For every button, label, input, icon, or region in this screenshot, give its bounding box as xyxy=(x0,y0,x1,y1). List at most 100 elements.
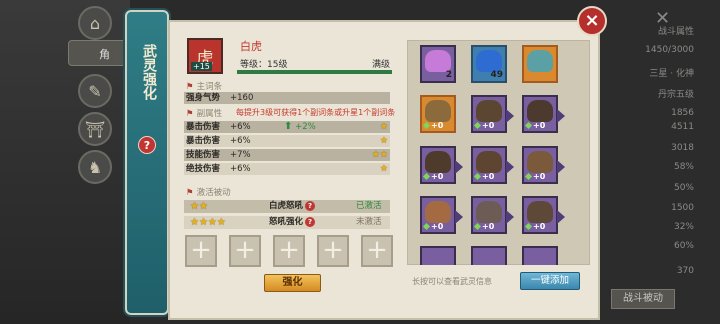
spirit-card[interactable]: +0 xyxy=(420,95,456,133)
spirit-level: +0 xyxy=(524,172,545,181)
auto-add-button[interactable]: 一键添加 xyxy=(520,272,580,290)
hero-portrait[interactable]: 虎 +15 xyxy=(187,38,223,74)
card-arrow-icon xyxy=(557,210,565,224)
spirit-card[interactable]: +0 xyxy=(522,146,565,184)
activation-header-text: 激活被动 xyxy=(196,188,231,198)
card-arrow-icon xyxy=(455,160,463,174)
spirit-card[interactable]: +0 xyxy=(420,146,463,184)
spirit-art-icon xyxy=(527,201,553,223)
bg-tab[interactable]: 角 xyxy=(68,40,128,66)
gem-icon xyxy=(473,121,482,130)
spirit-card[interactable]: +0 xyxy=(471,95,514,133)
feather-icon[interactable]: ✎ xyxy=(78,74,112,108)
sub-affix-row: 技能伤害 +7% ★★ xyxy=(184,149,390,161)
spirit-art-icon xyxy=(425,100,451,122)
spirit-level: +0 xyxy=(422,121,444,130)
spirit-level-text: +0 xyxy=(533,222,546,231)
sub-affix-row: 暴击伤害 +6% ★ ⬆ +2% xyxy=(184,121,390,133)
upgrade-preview: ⬆ +2% xyxy=(284,121,316,133)
spirit-art-icon xyxy=(527,50,553,72)
gem-icon xyxy=(524,222,533,231)
battle-passive-button[interactable]: 战斗被动 xyxy=(611,289,675,309)
side-title-text: 武灵强化 xyxy=(141,44,157,100)
bg-right-row: 370 xyxy=(676,266,694,276)
bg-right-row: 50% xyxy=(673,183,694,193)
spirit-level-text: +0 xyxy=(482,121,495,130)
side-title-tab: 武灵强化 ? xyxy=(125,10,169,315)
spirit-level: +0 xyxy=(473,172,494,181)
card-arrow-icon xyxy=(506,210,514,224)
spirit-art-icon xyxy=(476,100,502,122)
sub-affix-row: 暴击伤害 +6% ★ xyxy=(184,135,390,147)
activation-combo-name: 白虎怒吼 xyxy=(269,201,304,211)
spirit-card[interactable] xyxy=(522,45,558,83)
bg-right-row: 1856 xyxy=(671,108,694,118)
spirit-art-icon xyxy=(476,50,502,72)
sub-affix-name: 暴击伤害 xyxy=(186,136,221,146)
activation-combo[interactable]: 怒吼强化? xyxy=(269,216,316,229)
main-affix-header-text: 主词条 xyxy=(196,82,223,92)
close-icon[interactable]: × xyxy=(577,6,607,36)
main-affix-header: ⚑ 主词条 xyxy=(186,80,222,92)
help-icon[interactable]: ? xyxy=(138,136,156,154)
spirit-card[interactable]: +0 xyxy=(522,196,565,234)
sub-affix-name: 暴击伤害 xyxy=(186,122,221,132)
beast-icon[interactable]: ♞ xyxy=(78,150,112,184)
home-icon[interactable]: ⌂ xyxy=(78,6,112,40)
level-max: 满级 xyxy=(372,60,391,70)
up-arrow-icon: ⬆ xyxy=(284,121,293,132)
spirit-card-partial[interactable] xyxy=(471,246,507,265)
sub-affix-value: +6% xyxy=(230,122,251,132)
spirit-card[interactable]: +0 xyxy=(522,95,565,133)
main-affix-row: 强身气势 +160 xyxy=(184,92,390,104)
help-icon[interactable]: ? xyxy=(305,216,316,227)
card-arrow-icon xyxy=(455,210,463,224)
main-affix-name: 强身气势 xyxy=(186,93,221,103)
material-slot-plus-icon[interactable]: + xyxy=(273,235,305,267)
star-icon: ★★ xyxy=(371,150,388,160)
strengthen-button[interactable]: 强化 xyxy=(264,274,321,292)
spirit-card[interactable]: +0 xyxy=(471,146,514,184)
flag-icon: ⚑ xyxy=(186,188,194,198)
spirit-card-partial[interactable] xyxy=(420,246,456,265)
material-slot-plus-icon[interactable]: + xyxy=(361,235,393,267)
material-slot-plus-icon[interactable]: + xyxy=(229,235,261,267)
sub-affix-tip-row: 每提升3级可获得1个副词条或升星1个副词条 xyxy=(230,107,395,119)
card-arrow-icon xyxy=(506,109,514,123)
pagoda-icon[interactable]: ⛩ xyxy=(78,112,112,146)
sub-affix-header-text: 副属性 xyxy=(196,109,223,119)
spirit-level-text: +0 xyxy=(431,121,444,130)
material-slot-plus-icon[interactable]: + xyxy=(185,235,217,267)
spirit-level-text: +0 xyxy=(431,222,444,231)
bg-right-row: 战斗属性 xyxy=(657,27,694,37)
help-icon[interactable]: ? xyxy=(305,200,316,211)
flag-icon: ⚑ xyxy=(186,109,194,119)
spirit-card[interactable]: 49 xyxy=(471,45,507,83)
flag-icon: ⚑ xyxy=(186,82,194,92)
spirit-card[interactable]: +0 xyxy=(471,196,514,234)
sub-affix-value: +7% xyxy=(230,150,251,160)
bg-right-row: 1500 xyxy=(671,203,694,213)
activation-header: ⚑ 激活被动 xyxy=(186,186,231,198)
spirit-art-icon xyxy=(425,201,451,223)
spirit-card[interactable]: 2 xyxy=(420,45,456,83)
spirit-art-icon xyxy=(527,100,553,122)
activation-state: 已激活 xyxy=(356,201,382,211)
spirit-level-text: +0 xyxy=(482,222,495,231)
spirit-card-partial[interactable] xyxy=(522,246,558,265)
spirit-card[interactable]: +0 xyxy=(420,196,463,234)
star-icon: ★★ xyxy=(190,201,208,212)
hero-name: 白虎 xyxy=(240,40,262,53)
level-progress-bar xyxy=(237,70,392,74)
activation-state: 未激活 xyxy=(356,217,382,227)
level-progress-fill xyxy=(237,70,392,74)
sub-affix-name: 技能伤害 xyxy=(186,150,221,160)
card-arrow-icon xyxy=(557,109,565,123)
main-affix-value: +160 xyxy=(230,93,254,103)
activation-combo[interactable]: 白虎怒吼? xyxy=(269,200,316,213)
spirit-level: +0 xyxy=(473,121,495,130)
spirit-art-icon xyxy=(476,151,502,173)
bg-right-row: 三星 · 化神 xyxy=(649,69,694,79)
star-icon: ★ xyxy=(379,136,388,146)
material-slot-plus-icon[interactable]: + xyxy=(317,235,349,267)
